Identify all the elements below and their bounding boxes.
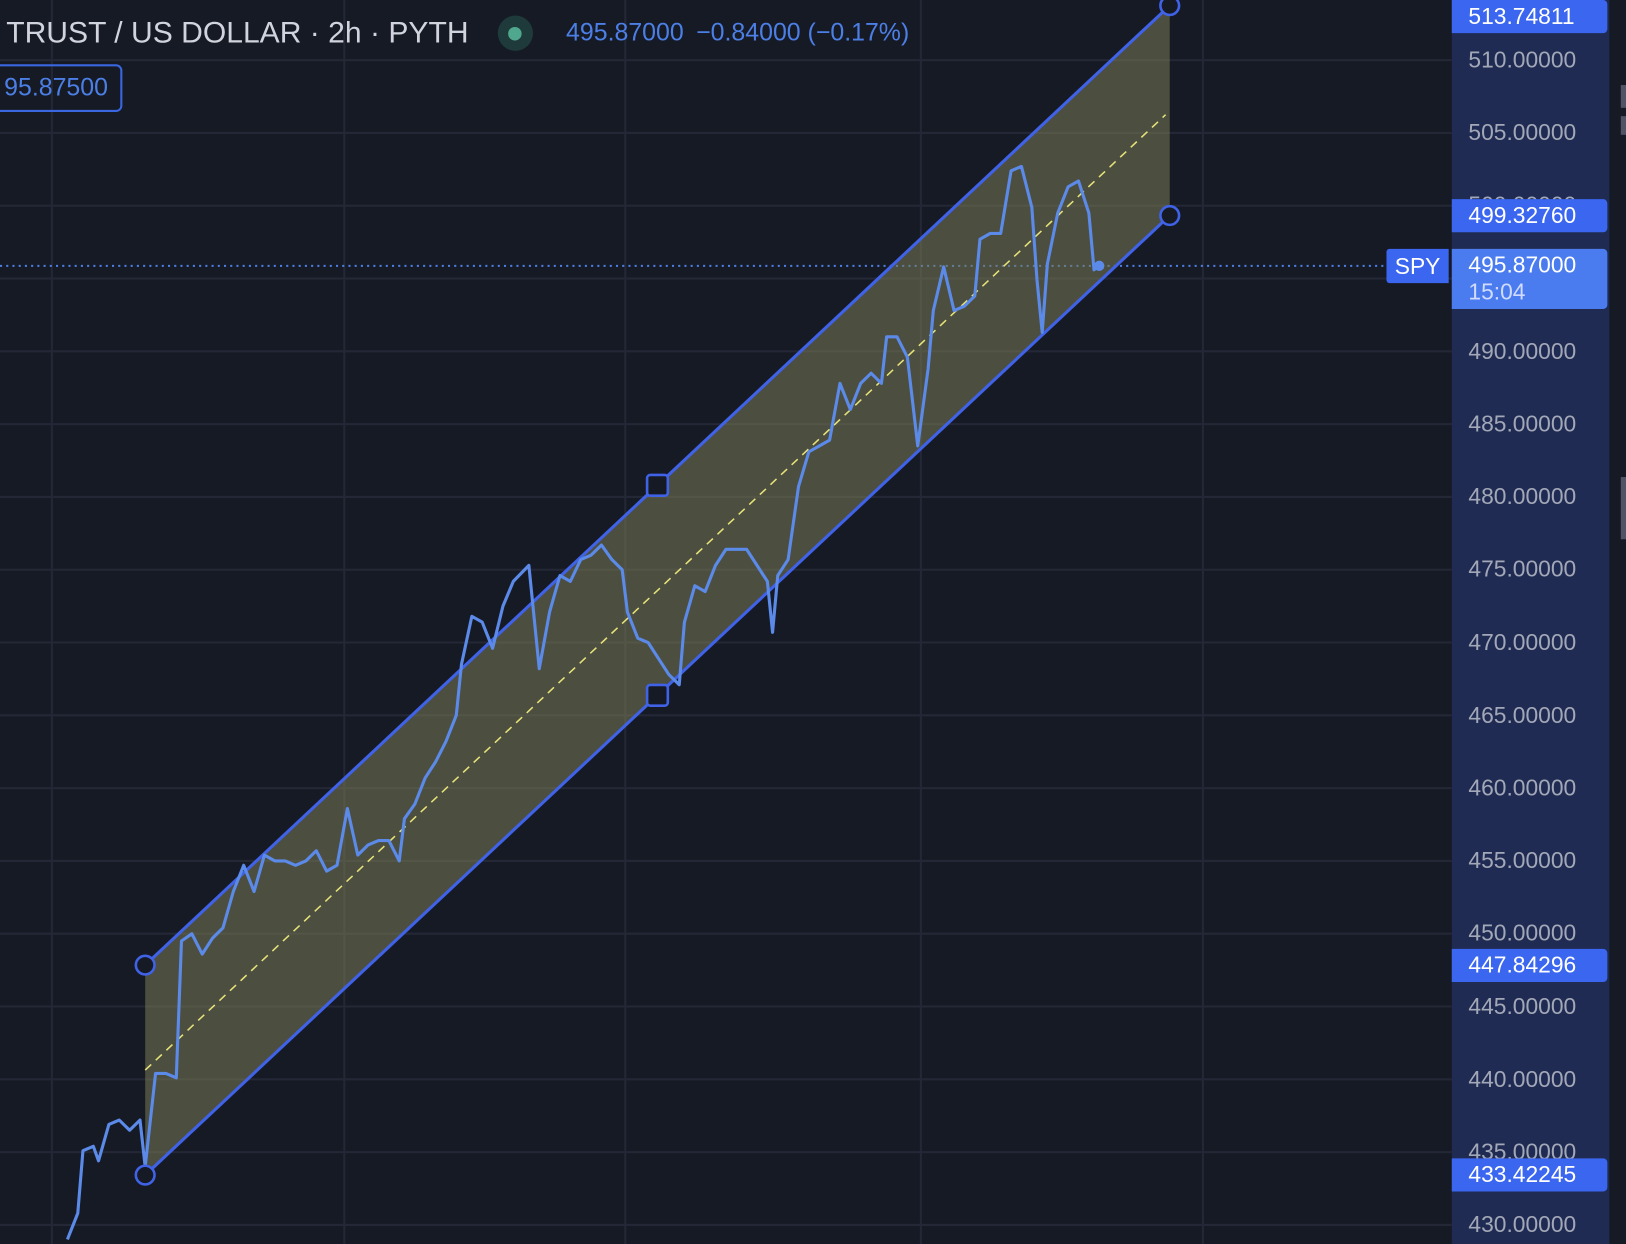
channel-price-badge: 499.32760 — [1451, 198, 1608, 233]
price-chart[interactable] — [0, 0, 1626, 1244]
channel-price-badge: 433.42245 — [1451, 1158, 1608, 1192]
order-price-box[interactable]: 95.87500 — [0, 64, 123, 112]
price-change: −0.84000 (−0.17%) — [696, 18, 910, 47]
price-tick: 510.00000 — [1468, 46, 1577, 73]
price-tick: 460.00000 — [1468, 774, 1577, 801]
channel-anchor-handle[interactable] — [134, 954, 156, 976]
symbol-title[interactable]: TRUST / US DOLLAR · 2h · PYTH — [6, 16, 468, 50]
price-tick: 465.00000 — [1468, 701, 1577, 728]
price-tick: 470.00000 — [1468, 629, 1577, 655]
price-tick: 505.00000 — [1468, 119, 1577, 146]
price-tick: 475.00000 — [1468, 556, 1577, 583]
channel-price-badge: 447.84296 — [1451, 948, 1608, 982]
price-tick: 480.00000 — [1468, 483, 1577, 510]
price-tick: 440.00000 — [1468, 1065, 1577, 1092]
price-tick: 455.00000 — [1468, 847, 1577, 874]
scroll-thumb[interactable] — [1620, 116, 1626, 135]
symbol-label: SPY — [1386, 249, 1449, 284]
price-tick: 450.00000 — [1468, 920, 1577, 947]
current-price-badge: 495.87000 15:04 — [1451, 249, 1608, 310]
market-open-dot-icon — [497, 15, 533, 51]
symbol-header: TRUST / US DOLLAR · 2h · PYTH 495.87000 … — [6, 12, 909, 53]
price-tick: 430.00000 — [1468, 1211, 1577, 1238]
last-point-marker — [1094, 260, 1105, 272]
current-price: 495.87000 — [1468, 252, 1577, 279]
channel-price-badge: 513.74811 — [1451, 0, 1608, 34]
bar-countdown: 15:04 — [1468, 279, 1526, 306]
channel-anchor-handle[interactable] — [134, 1164, 156, 1186]
channel-mid-handle[interactable] — [645, 683, 670, 707]
price-tick: 490.00000 — [1468, 337, 1577, 364]
scrollbar[interactable] — [1609, 0, 1626, 1244]
price-tick: 445.00000 — [1468, 993, 1577, 1019]
scroll-thumb[interactable] — [1620, 477, 1626, 540]
last-price: 495.87000 — [566, 18, 684, 47]
channel-anchor-handle[interactable] — [1159, 0, 1181, 17]
channel-mid-handle[interactable] — [645, 473, 670, 498]
price-tick: 485.00000 — [1468, 410, 1577, 437]
price-axis[interactable] — [1451, 0, 1610, 1244]
channel-anchor-handle[interactable] — [1159, 204, 1181, 227]
scroll-thumb[interactable] — [1620, 85, 1626, 108]
chart-pane[interactable]: TRUST / US DOLLAR · 2h · PYTH 495.87000 … — [0, 0, 1626, 1244]
